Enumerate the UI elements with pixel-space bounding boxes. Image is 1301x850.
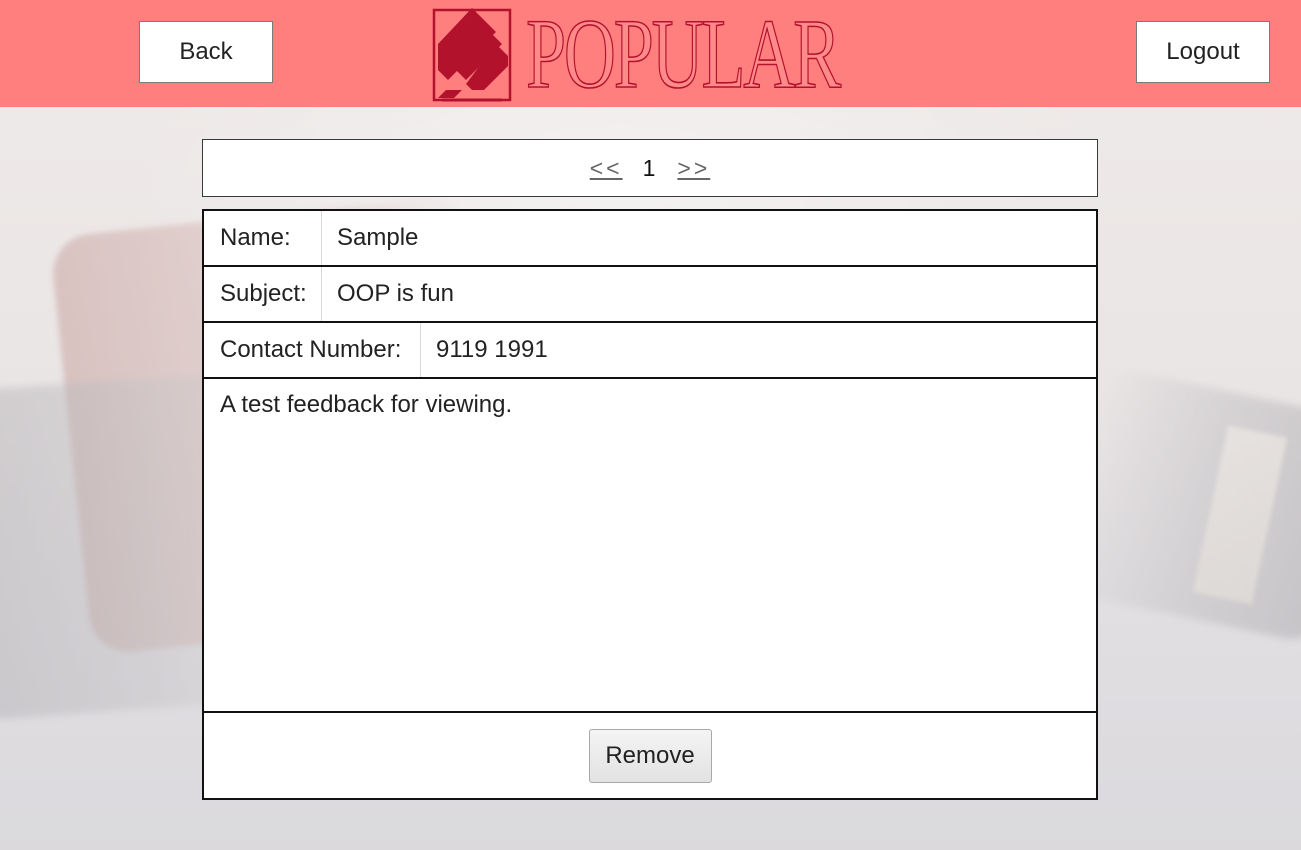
logout-button[interactable]: Logout [1136,21,1270,83]
subject-field[interactable]: OOP is fun [322,267,1096,321]
feedback-card: Name: Sample Subject: OOP is fun Contact… [202,209,1098,800]
name-row: Name: Sample [204,211,1096,267]
next-page-link[interactable]: >> [677,155,710,182]
back-button[interactable]: Back [139,21,273,83]
contact-number-field[interactable]: 9119 1991 [421,323,1096,377]
subject-row: Subject: OOP is fun [204,267,1096,323]
logo-wordmark: POPULAR [525,0,841,109]
header-bar: Back POPULAR Logout [0,0,1301,107]
feedback-message-textarea[interactable]: A test feedback for viewing. [204,379,1096,713]
name-label: Name: [204,211,322,265]
popular-logo-icon [432,7,512,101]
current-page-number: 1 [642,154,656,181]
popular-logo: POPULAR [432,0,961,109]
name-field[interactable]: Sample [322,211,1096,265]
contact-number-label: Contact Number: [204,323,421,377]
subject-label: Subject: [204,267,322,321]
action-footer: Remove [204,713,1096,798]
pagination-bar: << 1 >> [202,139,1098,197]
contact-row: Contact Number: 9119 1991 [204,323,1096,379]
previous-page-link[interactable]: << [590,155,623,182]
remove-button[interactable]: Remove [588,728,712,783]
